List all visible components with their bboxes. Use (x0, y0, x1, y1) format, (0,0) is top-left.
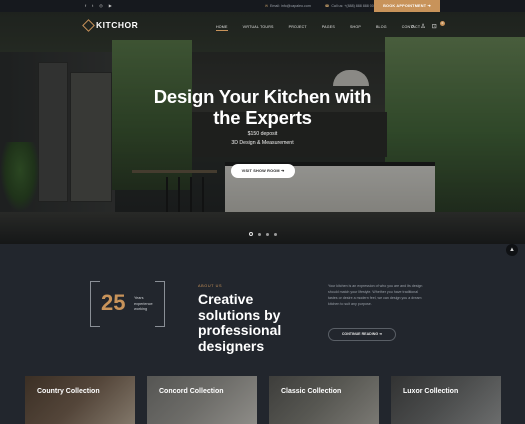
slider-dots (249, 232, 277, 236)
nav-item-project[interactable]: PROJECT (289, 25, 307, 31)
visit-showroom-button[interactable]: VISIT SHOW ROOM ➔ (231, 164, 295, 178)
collection-overlay (269, 376, 379, 424)
email-info[interactable]: ✉ Email: info@capaleo.com (265, 3, 311, 9)
about-eyebrow: ABOUT US (198, 284, 223, 288)
collection-overlay (147, 376, 257, 424)
hero-service-text: 3D Design & Measurement (231, 140, 294, 146)
cart-icon[interactable]: ⊡ (432, 23, 437, 31)
phone-text: Call us: +(888) 888 888 00 (331, 4, 374, 8)
nav-icons: ⌕ ♙ ⊡ (411, 23, 437, 31)
contact-info: ✉ Email: info@capaleo.com ☎ Call us: +(888… (265, 3, 374, 9)
collection-card-country[interactable]: Country Collection (25, 376, 135, 424)
years-experience-box: 25 Years experience working (90, 281, 165, 327)
logo[interactable]: KITCHOR (82, 18, 139, 32)
collection-card-classic[interactable]: Classic Collection (269, 376, 379, 424)
top-bar: f t ◎ ▶ ✉ Email: info@capaleo.com ☎ Call u… (0, 0, 525, 12)
nav-item-virtual-tours[interactable]: VIRTUAL TOURS (243, 25, 274, 31)
mail-icon: ✉ (265, 4, 269, 8)
cart-count-badge: 0 (440, 21, 445, 26)
phone-icon: ☎ (324, 4, 330, 8)
about-title: Creative solutions by professional desig… (198, 291, 282, 354)
nav-item-shop[interactable]: SHOP (350, 25, 361, 31)
collection-card-concord[interactable]: Concord Collection (147, 376, 257, 424)
collection-label: Concord Collection (159, 388, 224, 395)
logo-text: KITCHOR (96, 20, 139, 30)
logo-icon (82, 18, 95, 32)
phone-info[interactable]: ☎ Call us: +(888) 888 888 00 (325, 3, 374, 9)
collection-label: Luxor Collection (403, 388, 459, 395)
nav-item-home[interactable]: HOME (216, 25, 228, 31)
social-links: f t ◎ ▶ (85, 3, 112, 9)
years-number: 25 (101, 290, 126, 315)
slider-dot-2[interactable] (258, 232, 261, 236)
nav-menu: HOME VIRTUAL TOURS PROJECT PAGES SHOP BL… (216, 25, 420, 31)
facebook-icon[interactable]: f (85, 3, 86, 9)
search-icon[interactable]: ⌕ (411, 23, 414, 31)
bracket-left (90, 281, 100, 327)
collection-overlay (25, 376, 135, 424)
slider-dot-1[interactable] (249, 232, 253, 236)
collection-label: Classic Collection (281, 388, 342, 395)
email-text: Email: info@capaleo.com (270, 4, 311, 8)
collection-overlay (391, 376, 501, 424)
hero-overlay (0, 12, 525, 244)
nav-item-pages[interactable]: PAGES (322, 25, 335, 31)
book-appointment-button[interactable]: BOOK APPOINTMENT ➔ (374, 0, 440, 12)
main-nav: KITCHOR HOME VIRTUAL TOURS PROJECT PAGES… (0, 16, 525, 38)
hero-title: Design Your Kitchen with the Experts (153, 86, 372, 128)
slider-dot-4[interactable] (274, 232, 277, 236)
scroll-to-top-icon[interactable]: ▲ (506, 244, 518, 256)
youtube-icon[interactable]: ▶ (109, 3, 112, 9)
hero-deposit-text: $150 deposit (247, 131, 278, 137)
twitter-icon[interactable]: t (92, 3, 93, 9)
continue-reading-button[interactable]: CONTINUE READING ➔ (328, 328, 396, 341)
about-description: Your kitchen is an expression of who you… (328, 284, 423, 306)
instagram-icon[interactable]: ◎ (99, 3, 103, 9)
slider-dot-3[interactable] (266, 232, 269, 236)
nav-item-blog[interactable]: BLOG (376, 25, 387, 31)
collection-card-luxor[interactable]: Luxor Collection (391, 376, 501, 424)
years-label: Years experience working (134, 296, 153, 311)
hero-banner (0, 12, 525, 244)
user-icon[interactable]: ♙ (420, 23, 425, 31)
collection-label: Country Collection (37, 388, 100, 395)
